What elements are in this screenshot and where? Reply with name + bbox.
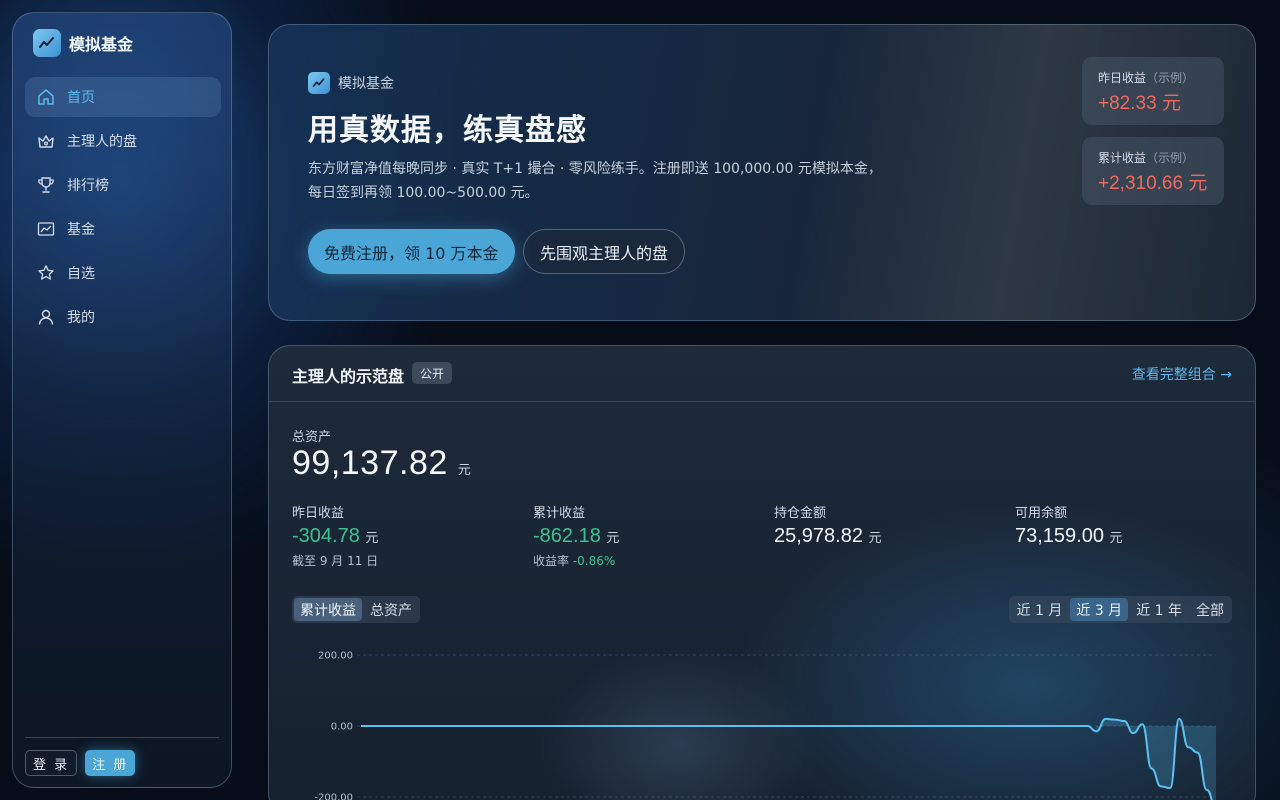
brand[interactable]: 模拟基金 [33,29,133,57]
metric-label: 可用余额 [1015,506,1068,521]
view-full-portfolio-link[interactable]: 查看完整组合 → [1132,364,1232,384]
total-assets-value: 99,137.82 元 [292,444,471,483]
stat-value: +82.33 [1098,93,1157,114]
nav-item-leaderboard[interactable]: 排行榜 [25,165,221,205]
range-all[interactable]: 全部 [1190,598,1230,621]
tab-cumulative-return[interactable]: 累计收益 [294,598,362,621]
metric-note: 截至 9 月 11 日 [292,554,379,568]
nav-item-watchlist[interactable]: 自选 [25,253,221,293]
return-rate: -0.86% [572,554,616,568]
nav-item-mine[interactable]: 我的 [25,297,221,337]
nav-item-manager[interactable]: 主理人的盘 [25,121,221,161]
sidebar-divider [25,737,219,738]
range-1m[interactable]: 近 1 月 [1011,598,1069,621]
trophy-icon [38,177,54,193]
stat-label: 累计收益 [1098,151,1147,165]
unit-label: 元 [457,462,471,477]
y-tick-label: 200.00 [318,651,353,662]
metric-holdings: 持仓金额 25,978.82 元 [774,502,882,548]
panel-title: 主理人的示范盘 [292,367,405,386]
unit-label: 元 [365,530,379,545]
range-toggle: 近 1 月 近 3 月 近 1 年 全部 [1008,596,1232,623]
nav-item-label: 首页 [67,90,95,106]
user-icon [38,309,54,325]
stat-note: （示例） [1146,71,1195,85]
public-badge: 公开 [412,362,453,384]
main-nav: 首页 主理人的盘 排行榜 基金 自选 我的 [25,77,221,341]
metric-label: 昨日收益 [292,506,345,521]
metric-label: 持仓金额 [774,506,827,521]
range-1y[interactable]: 近 1 年 [1130,598,1188,621]
demo-portfolio-panel: 主理人的示范盘 公开 查看完整组合 → 总资产 99,137.82 元 昨日收益… [268,345,1256,800]
metric-note: 收益率 [533,554,570,568]
stat-note: （示例） [1146,151,1195,165]
y-tick-label: -200.00 [314,793,353,800]
stat-unit: 元 [1161,93,1181,114]
nav-item-funds[interactable]: 基金 [25,209,221,249]
trend-logo-icon [33,29,61,57]
total-assets-label: 总资产 [292,430,332,445]
nav-item-label: 自选 [67,266,95,282]
metric-label: 累计收益 [533,506,586,521]
y-tick-label: 0.00 [331,722,353,733]
metric-value: -304.78 [292,525,360,547]
cumulative-return-chart: 200.00 0.00 -200.00 [314,651,1216,800]
tab-total-assets[interactable]: 总资产 [364,598,418,621]
hero-tag: 模拟基金 [308,72,394,94]
metric-value: 25,978.82 [774,525,863,547]
metric-yesterday: 昨日收益 -304.78 元 截至 9 月 11 日 [292,502,378,569]
metric-value: 73,159.00 [1015,525,1104,547]
range-3m[interactable]: 近 3 月 [1070,598,1129,621]
nav-item-label: 我的 [67,310,95,326]
stat-card-cumulative: 累计收益（示例） +2,310.66 元 [1082,137,1224,205]
star-icon [38,265,54,280]
unit-label: 元 [868,530,882,545]
register-button[interactable]: 注 册 [85,750,136,776]
hero-title: 用真数据，练真盘感 [308,113,587,148]
hero-tag-label: 模拟基金 [338,76,394,92]
register-cta-button[interactable]: 免费注册，领 10 万本金 [308,229,515,274]
stat-value: +2,310.66 [1098,173,1184,194]
stat-label: 昨日收益 [1098,71,1147,85]
nav-item-home[interactable]: 首页 [25,77,221,117]
metric-cumulative: 累计收益 -862.18 元 收益率 -0.86% [533,502,619,569]
series-line [361,717,1213,800]
trend-logo-icon [308,72,330,94]
unit-label: 元 [606,530,620,545]
panel-header: 主理人的示范盘 公开 查看完整组合 → [269,346,1255,402]
stat-card-yesterday: 昨日收益（示例） +82.33 元 [1082,57,1224,125]
nav-item-label: 排行榜 [67,178,109,194]
metric-available: 可用余额 73,159.00 元 [1015,502,1123,548]
stat-unit: 元 [1188,173,1208,194]
crown-icon [38,135,54,148]
auth-buttons: 登 录 注 册 [25,750,136,776]
home-icon [38,89,54,105]
metric-value: -862.18 [533,525,601,547]
hero-description: 东方财富净值每晚同步 · 真实 T+1 撮合 · 零风险练手。注册即送 100,… [308,161,882,201]
total-assets-amount: 99,137.82 [292,444,448,482]
login-button[interactable]: 登 录 [25,750,78,776]
chart-type-toggle: 累计收益 总资产 [292,596,420,623]
nav-item-label: 基金 [67,222,95,238]
chart-line-icon [37,222,55,236]
sidebar: 模拟基金 首页 主理人的盘 排行榜 基金 自选 我的 登 录 注 册 [12,12,232,788]
unit-label: 元 [1109,530,1123,545]
view-manager-button[interactable]: 先围观主理人的盘 [523,229,686,274]
brand-name: 模拟基金 [69,35,134,54]
hero-banner: 模拟基金 用真数据，练真盘感 东方财富净值每晚同步 · 真实 T+1 撮合 · … [268,24,1256,321]
nav-item-label: 主理人的盘 [67,134,137,150]
series-area [1096,718,1216,800]
